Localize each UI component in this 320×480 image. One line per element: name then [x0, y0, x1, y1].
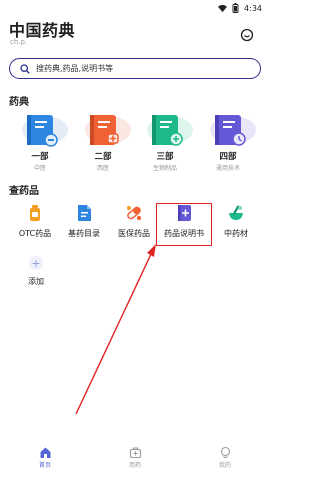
- tool-chinese-herbs-label: 中药材: [224, 229, 248, 238]
- tool-otc-drugs-label: OTC药品: [18, 229, 52, 238]
- book-part-1-sub: 中医: [33, 165, 46, 172]
- book-part-2[interactable]: 二部 西医: [74, 110, 132, 172]
- tool-chinese-herbs[interactable]: 中药材: [211, 203, 261, 243]
- tool-otc-drugs[interactable]: OTC药品: [10, 203, 60, 243]
- book-part-3-icon: [136, 110, 194, 148]
- mortar-herb-icon: [226, 203, 246, 223]
- tool-essential-catalog-label: 基药目录: [68, 229, 100, 238]
- plus-icon: +: [29, 256, 43, 270]
- book-part-2-sub: 西医: [96, 165, 109, 172]
- section-title-drug-lookup: 查药品: [9, 186, 39, 197]
- catalog-icon: [74, 203, 94, 223]
- book-part-4-label: 四部: [219, 152, 237, 162]
- nav-item-profile[interactable]: 我的: [195, 444, 255, 469]
- profile-icon: [219, 444, 232, 459]
- tool-insurance-drugs-label: 医保药品: [118, 229, 150, 238]
- search-input[interactable]: 搜药典,药品,说明书等: [9, 58, 261, 79]
- highlight-box: [156, 203, 212, 246]
- book-part-1-label: 一部: [31, 152, 49, 162]
- chat-icon[interactable]: [240, 27, 254, 42]
- search-icon: [20, 59, 30, 78]
- nav-label-medicine: 用药: [128, 462, 141, 469]
- app-subtitle: ch.p.: [10, 38, 28, 46]
- book-part-4-icon: [199, 110, 257, 148]
- book-part-3[interactable]: 三部 生物制品: [136, 110, 194, 172]
- book-part-3-sub: 生物制品: [152, 165, 177, 172]
- status-time: 4:34: [244, 3, 262, 13]
- nav-item-medicine[interactable]: 用药: [105, 444, 165, 469]
- nav-label-home: 首页: [38, 462, 51, 469]
- otc-bottle-icon: [25, 203, 45, 223]
- medicine-box-icon: [129, 444, 142, 459]
- book-part-4[interactable]: 四部 通用技术: [199, 110, 257, 172]
- nav-item-home[interactable]: 首页: [15, 444, 75, 469]
- wifi-icon: [218, 4, 228, 13]
- home-icon: [39, 444, 52, 458]
- section-title-pharmacopoeia: 药典: [9, 97, 29, 108]
- tool-insurance-drugs[interactable]: 医保药品: [109, 203, 159, 243]
- tool-essential-catalog[interactable]: 基药目录: [59, 203, 109, 243]
- battery-icon: [231, 3, 240, 13]
- nav-label-profile: 我的: [218, 462, 231, 469]
- status-bar: 4:34: [0, 0, 270, 16]
- search-placeholder: 搜药典,药品,说明书等: [36, 64, 114, 73]
- book-part-1-icon: [11, 110, 69, 148]
- insurance-pills-icon: [124, 203, 144, 223]
- bottom-nav: 首页 用药 我的: [0, 444, 270, 480]
- book-part-2-icon: [74, 110, 132, 148]
- add-tool-button[interactable]: + 添加: [22, 256, 50, 292]
- book-part-1[interactable]: 一部 中医: [11, 110, 69, 172]
- book-part-4-sub: 通用技术: [215, 165, 240, 172]
- book-part-2-label: 二部: [94, 152, 112, 162]
- book-part-3-label: 三部: [156, 152, 174, 162]
- add-tool-label: 添加: [28, 277, 44, 286]
